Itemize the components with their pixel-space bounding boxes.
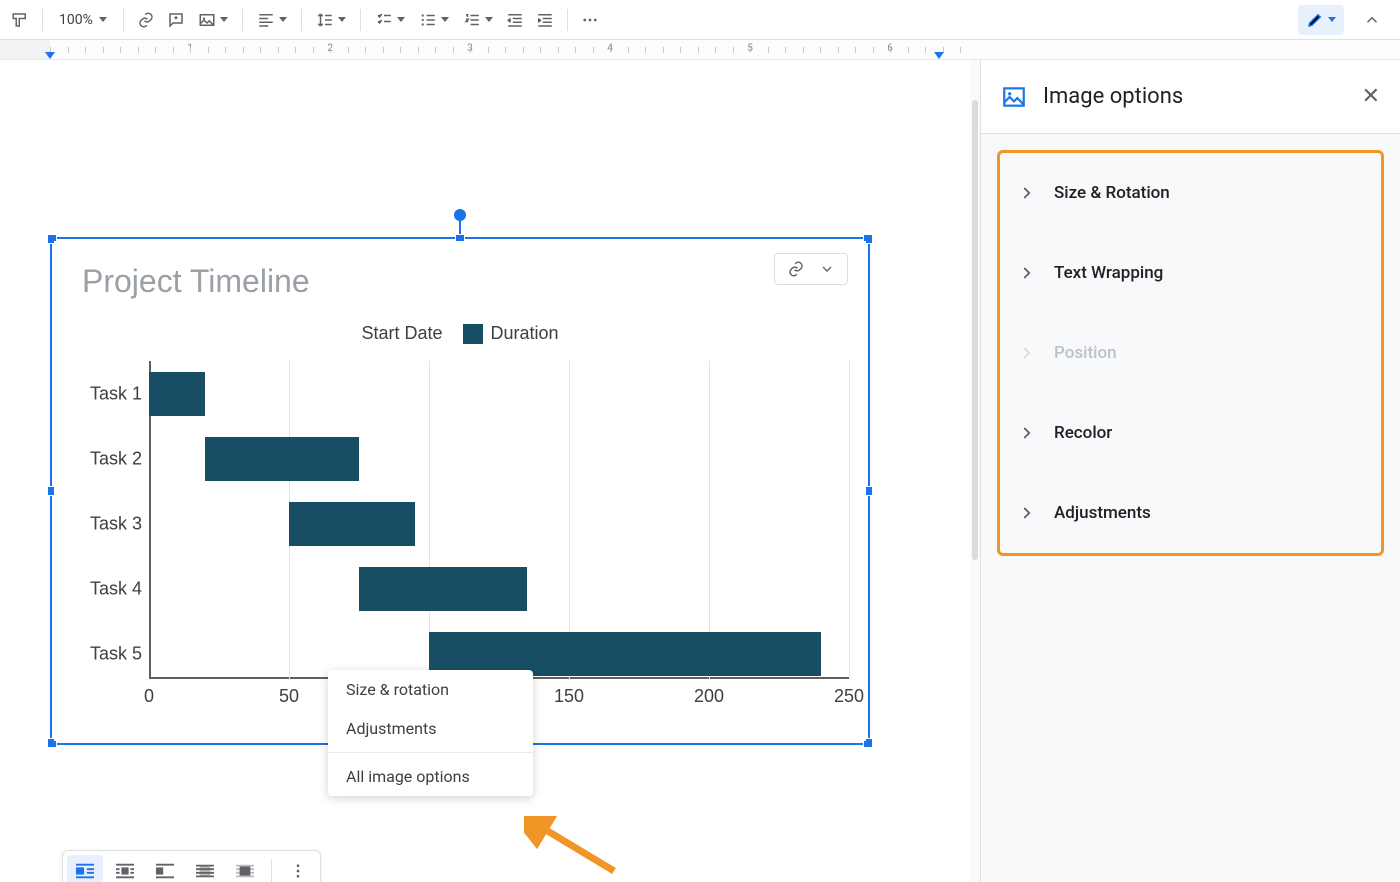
comment-icon[interactable]	[162, 6, 190, 34]
vertical-scrollbar[interactable]	[970, 60, 980, 882]
separator	[567, 9, 568, 31]
more-icon[interactable]	[576, 6, 604, 34]
legend-item-duration: Duration	[491, 323, 559, 343]
chevron-right-icon	[1018, 504, 1036, 522]
accordion-label: Size & Rotation	[1054, 183, 1170, 203]
ruler[interactable]: 123456	[0, 40, 1400, 60]
indent-increase-icon[interactable]	[531, 6, 559, 34]
x-tick-label: 50	[279, 686, 299, 707]
separator	[242, 9, 243, 31]
y-tick-label: Task 3	[74, 514, 142, 535]
chevron-right-icon	[1018, 184, 1036, 202]
dropdown-arrow-icon	[338, 17, 346, 22]
checklist-dropdown[interactable]	[369, 6, 411, 34]
x-tick-label: 250	[834, 686, 864, 707]
ctx-separator	[328, 752, 533, 753]
close-icon[interactable]: ✕	[1362, 84, 1380, 109]
chart-link-chip[interactable]	[774, 253, 848, 285]
chevron-right-icon	[1018, 424, 1036, 442]
accordion-item[interactable]: Adjustments	[1000, 473, 1381, 553]
accordion-highlight: Size & Rotation Text Wrapping Position Reco…	[997, 150, 1384, 556]
workspace: Project Timeline Start Date Duration 050…	[0, 60, 1400, 882]
dropdown-arrow-icon	[397, 17, 405, 22]
accordion-label: Recolor	[1054, 423, 1112, 443]
toolbar: 100%	[0, 0, 1400, 40]
y-tick-label: Task 5	[74, 644, 142, 665]
dropdown-arrow-icon	[99, 17, 107, 22]
chart-bar	[149, 372, 205, 416]
chevron-down-icon	[819, 261, 835, 277]
legend-swatch-duration	[463, 324, 483, 344]
dropdown-arrow-icon	[1328, 17, 1336, 22]
chart-legend: Start Date Duration	[54, 323, 866, 344]
wrap-toolbar	[62, 850, 321, 882]
image-options-panel: Image options ✕ Size & Rotation Text Wrap…	[980, 60, 1400, 882]
wrap-infront[interactable]	[227, 855, 263, 882]
dropdown-arrow-icon	[220, 17, 228, 22]
bulleted-list-dropdown[interactable]	[413, 6, 455, 34]
ctx-all-image-options[interactable]: All image options	[328, 757, 533, 796]
separator	[42, 9, 43, 31]
numbered-list-dropdown[interactable]	[457, 6, 499, 34]
indent-right-marker[interactable]	[934, 52, 944, 59]
collapse-icon[interactable]	[1358, 6, 1386, 34]
zoom-dropdown[interactable]: 100%	[51, 6, 115, 34]
panel-title: Image options	[1043, 84, 1183, 109]
chevron-right-icon	[1018, 264, 1036, 282]
image-icon	[1001, 84, 1027, 110]
accordion-label: Text Wrapping	[1054, 263, 1163, 283]
wrap-inline[interactable]	[67, 855, 103, 882]
insert-image-dropdown[interactable]	[192, 6, 234, 34]
y-tick-label: Task 2	[74, 448, 142, 469]
separator	[271, 859, 272, 882]
rotation-handle[interactable]	[454, 209, 466, 221]
accordion-item[interactable]: Recolor	[1000, 393, 1381, 473]
document-canvas[interactable]: Project Timeline Start Date Duration 050…	[0, 60, 970, 882]
dropdown-arrow-icon	[279, 17, 287, 22]
annotation-arrow	[524, 816, 624, 876]
indent-left-marker[interactable]	[45, 52, 55, 59]
wrap-behind[interactable]	[187, 855, 223, 882]
chart-bar	[205, 437, 359, 481]
separator	[301, 9, 302, 31]
chart-bar	[359, 567, 527, 611]
scrollbar-thumb[interactable]	[972, 100, 978, 560]
chart-bar	[289, 502, 415, 546]
accordion-item: Position	[1000, 313, 1381, 393]
accordion-label: Adjustments	[1054, 503, 1151, 523]
x-tick-label: 0	[144, 686, 154, 707]
context-menu: Size & rotation Adjustments All image op…	[328, 670, 533, 796]
separator	[123, 9, 124, 31]
chevron-right-icon	[1018, 344, 1036, 362]
panel-header: Image options ✕	[981, 60, 1400, 134]
accordion-item[interactable]: Size & Rotation	[1000, 153, 1381, 233]
selected-object-outline[interactable]: Project Timeline Start Date Duration 050…	[50, 237, 870, 745]
wrap-break[interactable]	[147, 855, 183, 882]
accordion-label: Position	[1054, 343, 1117, 363]
align-dropdown[interactable]	[251, 6, 293, 34]
x-tick-label: 200	[694, 686, 724, 707]
chart: Project Timeline Start Date Duration 050…	[54, 241, 866, 741]
ctx-size-rotation[interactable]: Size & rotation	[328, 670, 533, 709]
editing-mode-dropdown[interactable]	[1298, 5, 1344, 35]
accordion-item[interactable]: Text Wrapping	[1000, 233, 1381, 313]
y-tick-label: Task 4	[74, 579, 142, 600]
y-tick-label: Task 1	[74, 383, 142, 404]
separator	[360, 9, 361, 31]
ctx-adjustments[interactable]: Adjustments	[328, 709, 533, 748]
link-icon	[787, 260, 805, 278]
wrap-text[interactable]	[107, 855, 143, 882]
chart-title: Project Timeline	[82, 263, 310, 300]
chart-plot-area: 050100150200250Task 1Task 2Task 3Task 4T…	[149, 361, 849, 679]
legend-item-start: Start Date	[361, 323, 442, 344]
dropdown-arrow-icon	[485, 17, 493, 22]
indent-decrease-icon[interactable]	[501, 6, 529, 34]
wrap-more-icon[interactable]	[280, 855, 316, 882]
line-spacing-dropdown[interactable]	[310, 6, 352, 34]
paint-format-icon[interactable]	[6, 6, 34, 34]
zoom-label: 100%	[59, 12, 93, 28]
x-tick-label: 150	[554, 686, 584, 707]
link-icon[interactable]	[132, 6, 160, 34]
dropdown-arrow-icon	[441, 17, 449, 22]
